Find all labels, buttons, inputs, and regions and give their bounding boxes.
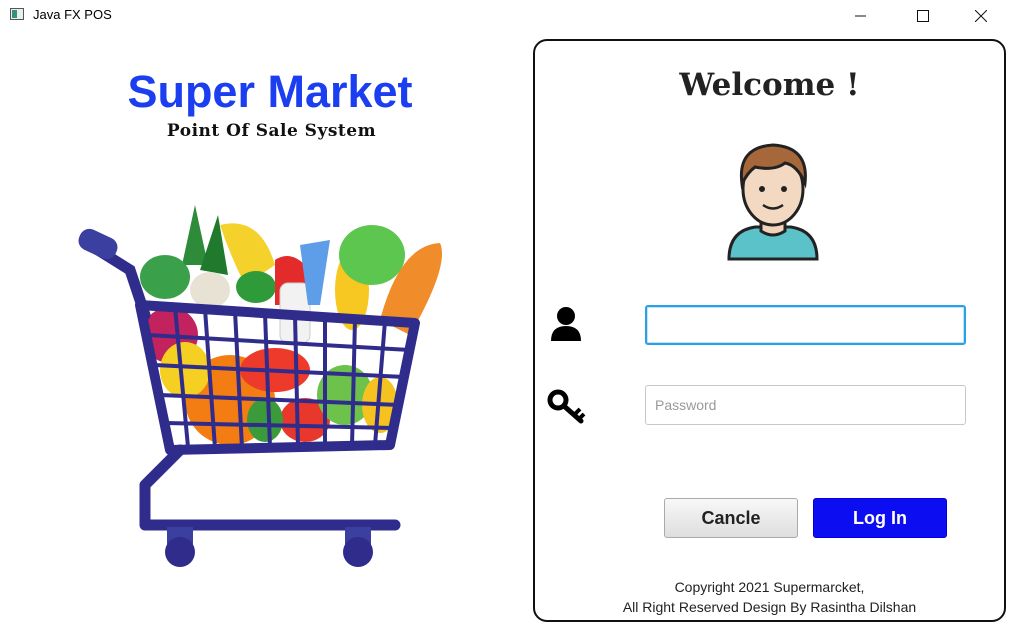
cancel-button[interactable]: Cancle <box>664 498 798 538</box>
close-icon <box>975 9 987 22</box>
minimize-icon <box>855 15 866 16</box>
person-icon <box>551 307 581 341</box>
window-title: Java FX POS <box>33 7 112 22</box>
close-button[interactable] <box>958 0 1004 31</box>
welcome-heading: Welcome ! <box>679 67 860 103</box>
login-button[interactable]: Log In <box>813 498 947 538</box>
maximize-icon <box>917 9 929 22</box>
app-brand-title: Super Market <box>127 66 413 117</box>
password-input[interactable] <box>645 385 966 425</box>
user-avatar-icon <box>727 143 819 261</box>
copyright-line: Copyright 2021 Supermarcket, <box>674 579 865 595</box>
minimize-button[interactable] <box>838 0 884 31</box>
login-panel: Welcome ! Cancle Log In Copyright 2021 S… <box>533 39 1006 622</box>
username-input[interactable] <box>645 305 966 345</box>
key-icon <box>547 389 586 424</box>
app-icon <box>10 8 24 20</box>
app-subtitle: Point Of Sale System <box>166 121 377 141</box>
credits-line: All Right Reserved Design By Rasintha Di… <box>622 599 917 615</box>
grocery-cart-icon <box>78 205 442 567</box>
title-bar: Java FX POS <box>0 0 1009 31</box>
maximize-button[interactable] <box>900 0 946 31</box>
